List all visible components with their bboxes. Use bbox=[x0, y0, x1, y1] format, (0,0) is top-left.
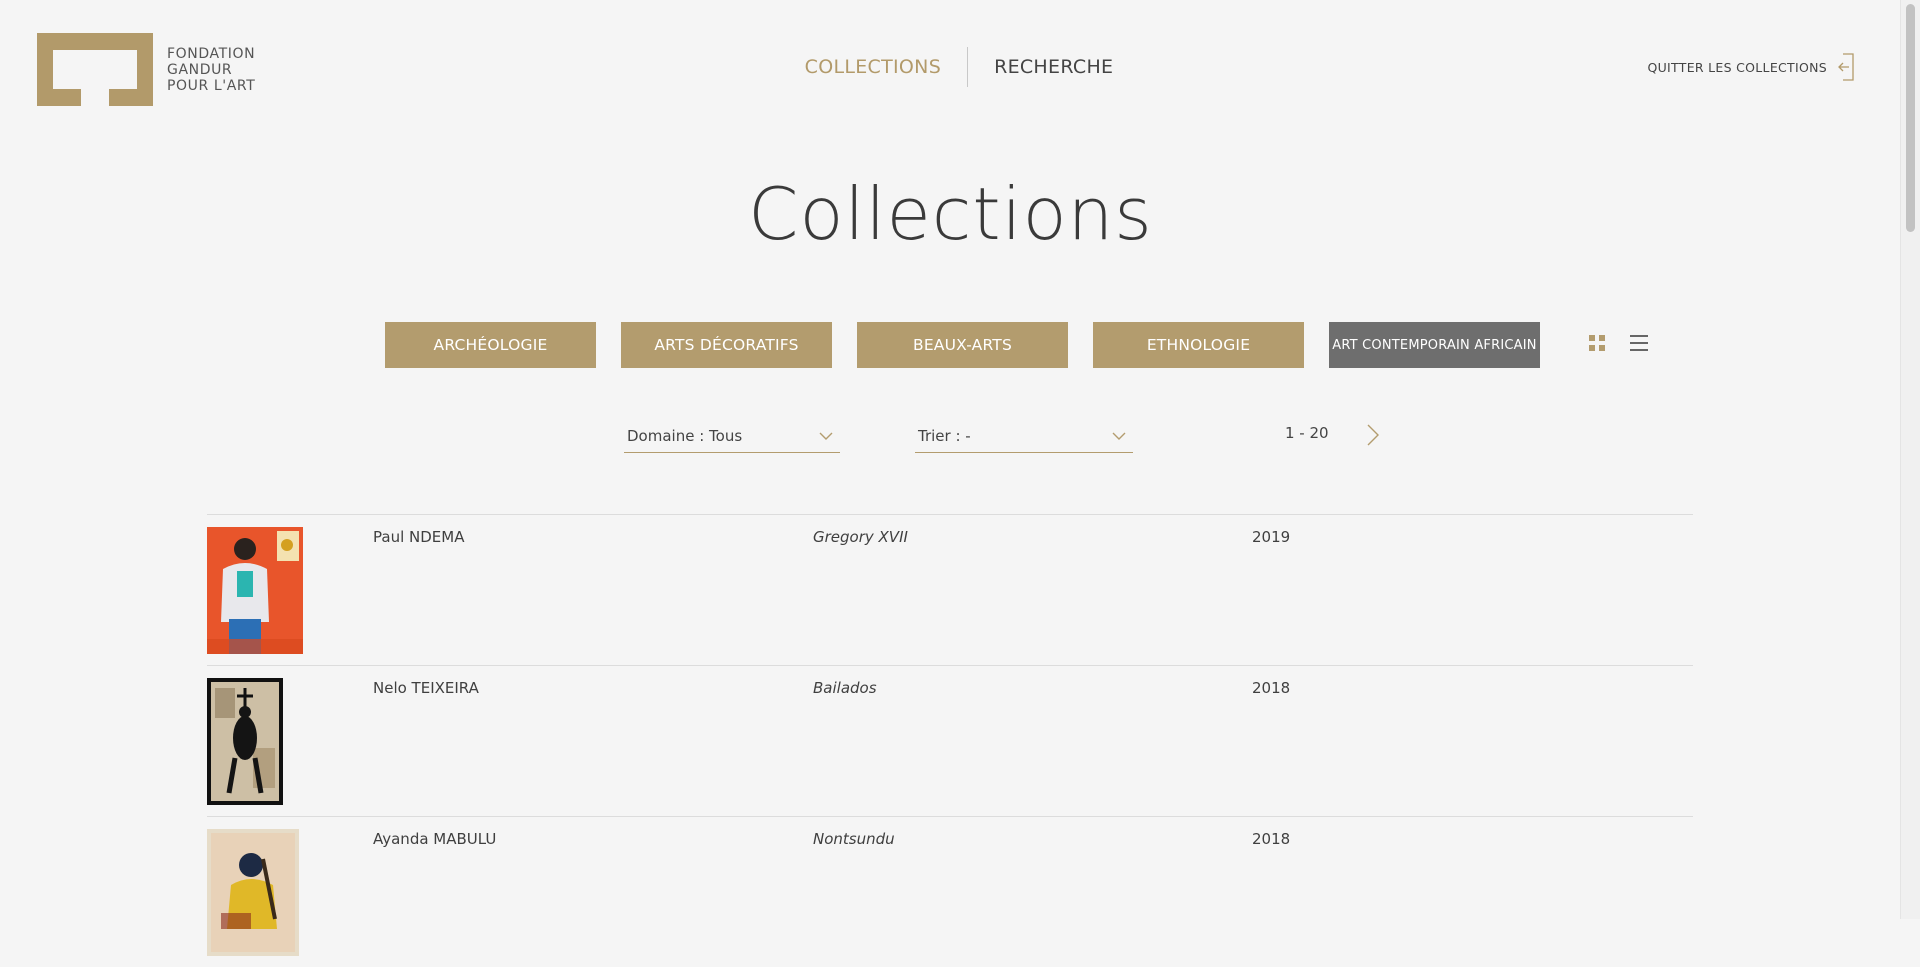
artwork-thumbnail[interactable] bbox=[207, 527, 303, 658]
exit-icon bbox=[1837, 53, 1855, 81]
top-nav: COLLECTIONS RECHERCHE bbox=[0, 47, 1901, 87]
category-ethnologie-button[interactable]: ETHNOLOGIE bbox=[1093, 322, 1304, 368]
top-nav-links: COLLECTIONS RECHERCHE bbox=[805, 47, 1114, 87]
artwork-row[interactable]: Paul NDEMA Gregory XVII 2019 bbox=[207, 514, 1693, 665]
artwork-year: 2019 bbox=[1252, 528, 1291, 546]
artwork-row[interactable]: Nelo TEIXEIRA Bailados 2018 bbox=[207, 665, 1693, 816]
page: FONDATION GANDUR POUR L'ART COLLECTIONS … bbox=[0, 0, 1901, 956]
artwork-thumbnail[interactable] bbox=[207, 678, 283, 809]
view-toggles bbox=[1588, 334, 1648, 352]
artwork-artist: Paul NDEMA bbox=[373, 528, 465, 546]
artwork-year: 2018 bbox=[1252, 830, 1291, 848]
artwork-title: Gregory XVII bbox=[813, 528, 908, 546]
trier-select[interactable]: Trier : - bbox=[915, 419, 1133, 453]
artwork-title: Bailados bbox=[813, 679, 877, 697]
chevron-down-icon bbox=[1111, 428, 1127, 444]
trier-select-value: Trier : - bbox=[918, 426, 971, 445]
artwork-title: Nontsundu bbox=[813, 830, 895, 848]
category-tabs: ARCHÉOLOGIE ARTS DÉCORATIFS BEAUX-ARTS E… bbox=[385, 322, 1565, 368]
artwork-artist: Ayanda MABULU bbox=[373, 830, 497, 848]
nav-collections-link[interactable]: COLLECTIONS bbox=[805, 56, 967, 78]
category-beaux-arts-button[interactable]: BEAUX-ARTS bbox=[857, 322, 1068, 368]
nav-recherche-link[interactable]: RECHERCHE bbox=[968, 56, 1113, 78]
list-view-icon[interactable] bbox=[1630, 334, 1648, 352]
scrollbar-thumb[interactable] bbox=[1906, 4, 1915, 232]
artwork-artist: Nelo TEIXEIRA bbox=[373, 679, 479, 697]
grid-view-icon[interactable] bbox=[1588, 334, 1606, 352]
category-archeologie-button[interactable]: ARCHÉOLOGIE bbox=[385, 322, 596, 368]
artwork-list: Paul NDEMA Gregory XVII 2019 Nelo TEIXEI… bbox=[207, 514, 1693, 967]
artwork-thumbnail[interactable] bbox=[207, 829, 299, 960]
chevron-down-icon bbox=[818, 428, 834, 444]
category-arts-decoratifs-button[interactable]: ARTS DÉCORATIFS bbox=[621, 322, 832, 368]
quit-collections-label: QUITTER LES COLLECTIONS bbox=[1647, 59, 1827, 75]
pagination-range: 1 - 20 bbox=[1285, 424, 1329, 442]
artwork-year: 2018 bbox=[1252, 679, 1291, 697]
quit-collections-button[interactable]: QUITTER LES COLLECTIONS bbox=[1647, 53, 1855, 81]
page-title: Collections bbox=[748, 172, 1153, 256]
domaine-select[interactable]: Domaine : Tous bbox=[624, 419, 840, 453]
next-page-icon[interactable] bbox=[1364, 423, 1382, 447]
artwork-row[interactable]: Ayanda MABULU Nontsundu 2018 bbox=[207, 816, 1693, 967]
page-scrollbar[interactable] bbox=[1900, 0, 1920, 919]
domaine-select-value: Domaine : Tous bbox=[627, 426, 743, 445]
category-art-contemporain-africain-button[interactable]: ART CONTEMPORAIN AFRICAIN bbox=[1329, 322, 1540, 368]
